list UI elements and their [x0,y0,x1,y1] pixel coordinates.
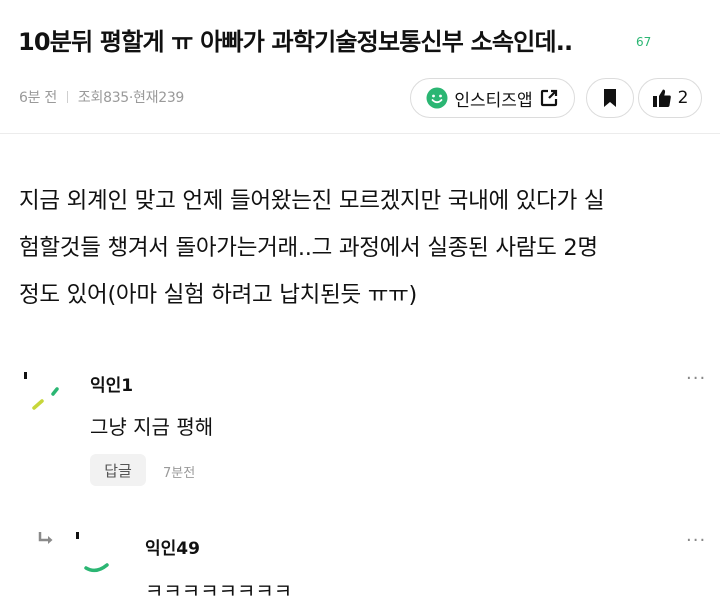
comment-avatar [76,532,126,576]
body-line: 정도 있어(아마 실험 하려고 납치된듯 ㅠㅠ) [19,282,418,308]
reply-button[interactable]: 답글 [90,454,146,486]
bookmark-icon [602,88,618,108]
comment-author[interactable]: 익인49 [145,534,200,559]
like-button[interactable]: 2 [638,78,702,118]
post-body: 지금 외계인 맞고 언제 들어왔는진 모르겠지만 국내에 있다가 실 험할것들 … [19,178,709,319]
header-divider [0,133,720,134]
share-icon [539,88,559,108]
comment-author[interactable]: 익인1 [90,371,133,396]
more-icon[interactable]: ··· [686,368,706,389]
bookmark-button[interactable] [586,78,634,118]
post-title: 10분뒤 평할게 ㅠ 아빠가 과학기술정보통신부 소속인데.. [18,28,573,56]
comment-time: 7분전 [163,466,196,481]
body-line: 지금 외계인 맞고 언제 들어왔는진 모르겠지만 국내에 있다가 실 [19,188,605,214]
like-count: 2 [677,88,689,108]
title-comment-count[interactable]: 67 [636,35,651,49]
post-time: 6분 전 [19,90,57,106]
reply-arrow-icon [37,531,55,551]
comment-text: 그냥 지금 평해 [90,415,214,439]
more-icon[interactable]: ··· [686,530,706,551]
meta-divider [66,91,68,103]
instiz-app-button[interactable]: 인스티즈앱 [410,78,575,118]
smiley-icon [426,87,448,109]
comment-avatar [24,370,68,416]
thumbs-up-icon [652,88,672,108]
post-views: 조회835·현재239 [77,90,185,106]
body-line: 험할것들 챙겨서 돌아가는거래..그 과정에서 실종된 사람도 2명 [19,235,598,261]
app-button-label: 인스티즈앱 [454,90,533,111]
post-meta: 6분 전 조회835·현재239 [19,87,184,107]
